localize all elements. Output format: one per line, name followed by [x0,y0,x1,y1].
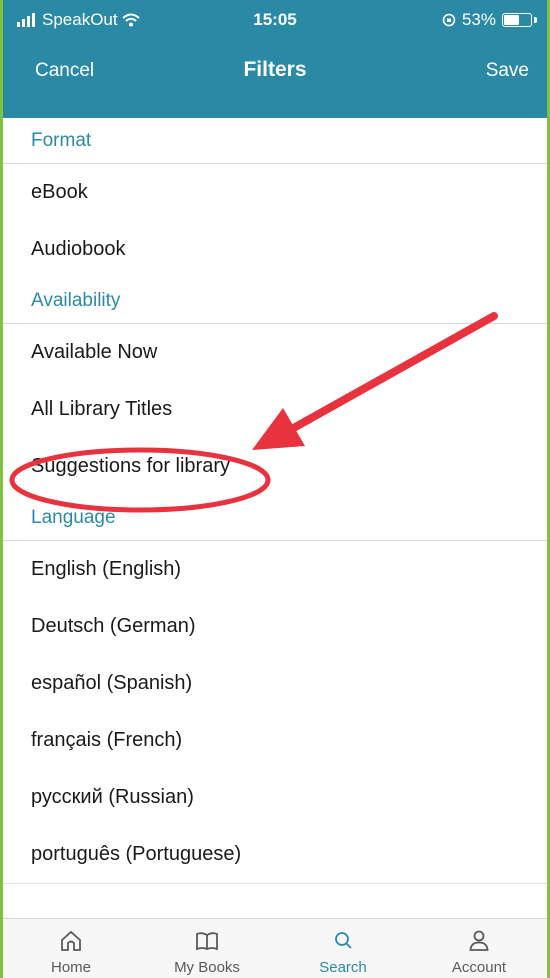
nav-bar: Cancel Filters Save [3,42,547,118]
tab-search[interactable]: Search [275,919,411,978]
battery-tip [534,17,537,23]
filter-option-portuguese[interactable]: português (Portuguese) [3,826,547,883]
tab-home[interactable]: Home [3,919,139,978]
tab-label-account: Account [451,959,507,976]
filter-option-english[interactable]: English (English) [3,541,547,598]
tab-account[interactable]: Account [411,919,547,978]
tab-label-my-books: My Books [174,959,240,976]
app-frame: SpeakOut 15:05 53% Cancel Filters Save F… [0,0,550,978]
filter-option-french[interactable]: français (French) [3,712,547,769]
battery-percent: 53% [461,10,496,29]
search-icon [335,932,352,949]
filter-option-ebook[interactable]: eBook [3,164,547,221]
account-icon [469,930,489,951]
filter-option-suggestions-for-library[interactable]: Suggestions for library [3,438,547,495]
battery-info: 53% [442,10,537,30]
orientation-lock-icon [442,13,456,27]
save-button[interactable]: Save [486,60,529,82]
page-title: Filters [243,58,307,81]
section-header-language: Language [3,495,547,541]
book-icon [196,932,218,951]
filter-option-available-now[interactable]: Available Now [3,324,547,381]
filter-option-audiobook[interactable]: Audiobook [3,221,547,278]
tab-label-home: Home [50,959,91,976]
home-icon [61,930,81,951]
filter-option-russian[interactable]: русский (Russian) [3,769,547,826]
battery-fill [504,15,519,25]
tab-bar: Home My Books Search Account [3,918,547,978]
list-divider [3,883,547,884]
filter-option-german[interactable]: Deutsch (German) [3,598,547,655]
filter-option-all-library-titles[interactable]: All Library Titles [3,381,547,438]
tab-label-search: Search [319,959,367,976]
section-header-format: Format [3,118,547,164]
tab-my-books[interactable]: My Books [139,919,275,978]
battery-icon [502,13,532,27]
status-bar: SpeakOut 15:05 53% [3,0,547,42]
filter-list: Format eBook Audiobook Availability Avai… [3,118,547,884]
filter-option-spanish[interactable]: español (Spanish) [3,655,547,712]
section-header-availability: Availability [3,278,547,324]
